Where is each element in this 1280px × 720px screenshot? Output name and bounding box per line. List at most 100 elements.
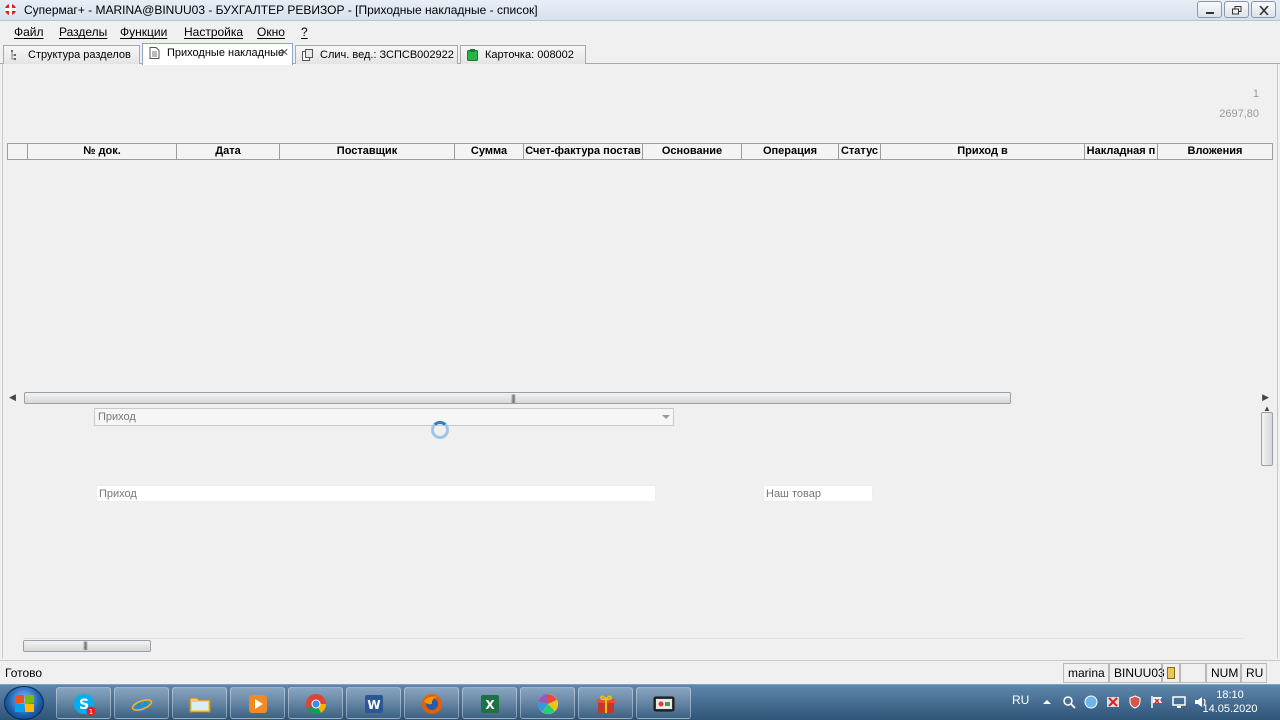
close-tab-icon[interactable]: ✕ bbox=[280, 46, 289, 59]
column-header-selector[interactable] bbox=[7, 144, 27, 159]
taskbar-screen-recorder[interactable] bbox=[636, 687, 691, 719]
grip-icon: ||| bbox=[83, 640, 88, 650]
tab-structure[interactable]: Структура разделов bbox=[3, 45, 140, 64]
taskbar-excel[interactable]: X bbox=[462, 687, 517, 719]
menu-window[interactable]: Окно bbox=[257, 25, 285, 39]
svg-text:X: X bbox=[485, 698, 495, 712]
tab-card[interactable]: Карточка: 008002 bbox=[460, 45, 586, 64]
taskbar-chrome[interactable] bbox=[288, 687, 343, 719]
status-lang: RU bbox=[1241, 663, 1267, 683]
status-empty-pane bbox=[1180, 663, 1206, 683]
status-bar: Готово marina BINUU03 NUM RU bbox=[0, 660, 1280, 684]
title-bar: Супермаг+ - MARINA@BINUU03 - БУХГАЛТЕР Р… bbox=[0, 0, 1280, 21]
status-user: marina bbox=[1063, 663, 1109, 683]
column-header-basis[interactable]: Основание bbox=[642, 144, 741, 159]
internet-explorer-icon: e bbox=[131, 693, 153, 715]
status-lock bbox=[1162, 663, 1180, 683]
column-header-doc-number[interactable]: № док. bbox=[27, 144, 176, 159]
taskbar-skype[interactable]: S1 bbox=[56, 687, 111, 719]
card-icon bbox=[467, 49, 478, 61]
scroll-left-icon[interactable]: ◀ bbox=[9, 392, 16, 403]
svg-text:e: e bbox=[136, 693, 149, 715]
menu-help[interactable]: ? bbox=[301, 25, 308, 39]
monitor-icon[interactable] bbox=[1172, 695, 1186, 709]
show-hidden-icons-icon[interactable] bbox=[1040, 695, 1054, 709]
tray-language[interactable]: RU bbox=[1012, 693, 1029, 707]
close-icon bbox=[1259, 6, 1269, 15]
details-vertical-scrollbar[interactable]: ▲ bbox=[1260, 404, 1274, 644]
chevron-down-icon bbox=[662, 415, 670, 419]
compare-sheet-icon bbox=[302, 49, 313, 61]
document-icon bbox=[149, 47, 160, 59]
status-num: NUM bbox=[1206, 663, 1241, 683]
taskbar-media-player[interactable] bbox=[230, 687, 285, 719]
svg-text:W: W bbox=[367, 698, 380, 712]
flag-icon[interactable] bbox=[1150, 695, 1164, 709]
disabled-app-icon[interactable] bbox=[1106, 695, 1120, 709]
skype-icon: S1 bbox=[74, 694, 95, 715]
photos-icon bbox=[537, 693, 558, 714]
taskbar-gift-app[interactable] bbox=[578, 687, 633, 719]
system-tray bbox=[1040, 695, 1216, 709]
tab-label: Карточка: 008002 bbox=[485, 49, 574, 61]
grip-icon: ||| bbox=[511, 393, 516, 403]
clock-date: 14.05.2020 bbox=[1202, 703, 1258, 715]
menu-sections[interactable]: Разделы bbox=[59, 25, 107, 39]
taskbar-file-explorer[interactable] bbox=[172, 687, 227, 719]
clock[interactable]: 18:10 14.05.2020 bbox=[1200, 688, 1260, 716]
close-window-button[interactable] bbox=[1251, 1, 1276, 18]
status-host: BINUU03 bbox=[1109, 663, 1165, 683]
scroll-right-icon[interactable]: ▶ bbox=[1262, 392, 1269, 403]
goods-type-value: Наш товар bbox=[766, 488, 821, 500]
record-count: 1 bbox=[1252, 88, 1259, 100]
taskbar-word[interactable]: W bbox=[346, 687, 401, 719]
tab-incoming-invoices[interactable]: Приходные накладные ✕ bbox=[142, 43, 293, 65]
menu-settings[interactable]: Настройка bbox=[184, 25, 243, 39]
tab-comparison-sheet[interactable]: Слич. вед.: ЗСПСВ002922 bbox=[295, 45, 458, 64]
security-shield-icon[interactable] bbox=[1128, 695, 1142, 709]
svg-text:1: 1 bbox=[89, 708, 93, 715]
firefox-icon bbox=[422, 694, 442, 714]
operation-select-value: Приход bbox=[98, 411, 136, 423]
restore-button[interactable] bbox=[1224, 1, 1249, 18]
menu-bar: Файл Разделы Функции Настройка Окно ? bbox=[0, 21, 1280, 42]
network-globe-icon[interactable] bbox=[1084, 695, 1098, 709]
column-header-operation[interactable]: Операция bbox=[741, 144, 838, 159]
operation-field-value: Приход bbox=[99, 488, 137, 500]
window-title: Супермаг+ - MARINA@BINUU03 - БУХГАЛТЕР Р… bbox=[24, 3, 538, 17]
taskbar-internet-explorer[interactable]: e bbox=[114, 687, 169, 719]
menu-file[interactable]: Файл bbox=[14, 25, 44, 39]
menu-functions[interactable]: Функции bbox=[120, 25, 167, 39]
main-content: 1 2697,80 № док. Дата Поставщик Сумма Сч… bbox=[2, 64, 1278, 658]
windows-logo-icon bbox=[15, 695, 34, 712]
grid-horizontal-scrollbar[interactable]: ◀ ||| ▶ bbox=[7, 391, 1269, 405]
column-header-status[interactable]: Статус bbox=[838, 144, 880, 159]
details-scrollbar-thumb[interactable]: ||| bbox=[23, 640, 151, 652]
taskbar-firefox[interactable] bbox=[404, 687, 459, 719]
details-horizontal-scrollbar[interactable]: ||| bbox=[23, 638, 1243, 652]
column-header-waybill[interactable]: Накладная п bbox=[1084, 144, 1157, 159]
total-sum: 2697,80 bbox=[1219, 108, 1259, 120]
loading-spinner-icon bbox=[431, 421, 449, 439]
search-icon[interactable] bbox=[1062, 695, 1076, 709]
column-header-attachments[interactable]: Вложения bbox=[1157, 144, 1273, 159]
word-icon: W bbox=[365, 695, 383, 713]
operation-select[interactable]: Приход bbox=[94, 408, 674, 426]
clock-time: 18:10 bbox=[1216, 689, 1244, 701]
column-header-sum[interactable]: Сумма bbox=[454, 144, 523, 159]
column-header-supplier[interactable]: Поставщик bbox=[279, 144, 454, 159]
vertical-scrollbar-thumb[interactable] bbox=[1261, 412, 1273, 466]
goods-type-field[interactable]: Наш товар bbox=[763, 485, 873, 502]
start-button[interactable] bbox=[4, 686, 44, 720]
taskbar-photos[interactable] bbox=[520, 687, 575, 719]
operation-field[interactable]: Приход bbox=[96, 485, 656, 502]
column-header-supplier-invoice[interactable]: Счет-фактура постав bbox=[523, 144, 642, 159]
tab-strip: Структура разделов Приходные накладные ✕… bbox=[0, 43, 1280, 65]
status-text: Готово bbox=[5, 666, 43, 680]
restore-icon bbox=[1232, 6, 1242, 15]
column-header-receipt-to[interactable]: Приход в bbox=[880, 144, 1084, 159]
taskbar: S1 e W X RU 18:10 14.05.2020 bbox=[0, 684, 1280, 720]
minimize-button[interactable] bbox=[1197, 1, 1222, 18]
column-header-date[interactable]: Дата bbox=[176, 144, 279, 159]
scrollbar-thumb[interactable]: ||| bbox=[24, 392, 1011, 404]
